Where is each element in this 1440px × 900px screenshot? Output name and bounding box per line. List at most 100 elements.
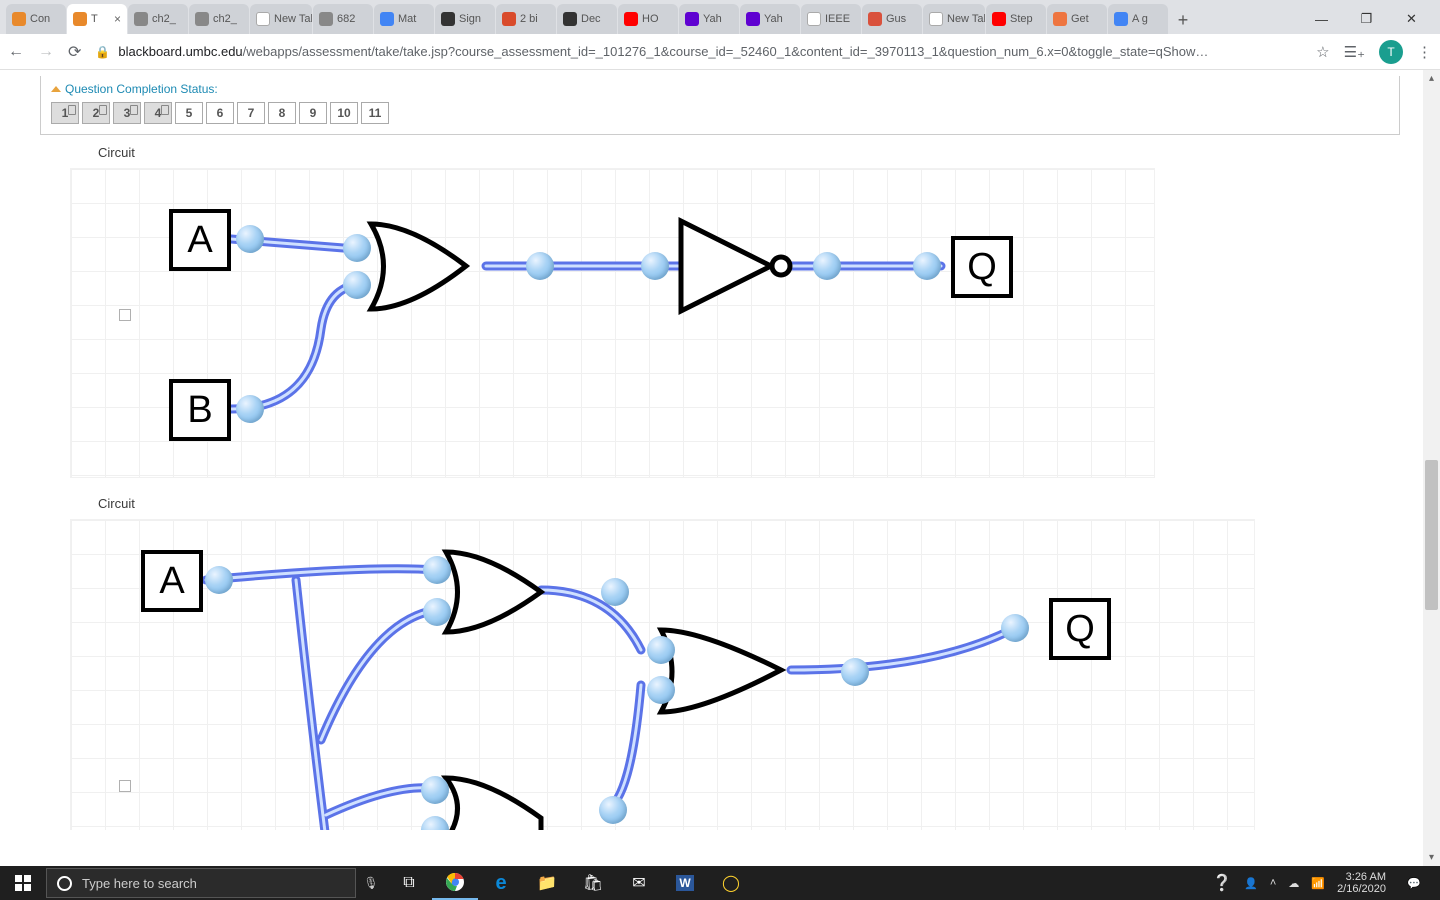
tab-label: T xyxy=(91,13,98,25)
tab-label: Yah xyxy=(703,13,722,25)
tab-label: Yah xyxy=(764,13,783,25)
circuit-diagram-1: A B Q xyxy=(70,168,1155,478)
question-number[interactable]: 6 xyxy=(206,102,234,124)
browser-tab[interactable]: Gus xyxy=(862,4,922,34)
clock-date: 2/16/2020 xyxy=(1337,883,1386,895)
task-view-icon[interactable]: ⧉ xyxy=(386,866,432,900)
edge-icon[interactable]: e xyxy=(478,866,524,900)
page-scrollbar[interactable]: ▴ ▾ xyxy=(1423,70,1440,866)
question-number[interactable]: 1 xyxy=(51,102,79,124)
taskbar-clock[interactable]: 3:26 AM 2/16/2020 xyxy=(1337,871,1386,895)
people-icon[interactable]: 👤 xyxy=(1244,877,1258,890)
clock-time: 3:26 AM xyxy=(1337,871,1386,883)
window-controls: — ❐ ✕ xyxy=(1299,4,1434,34)
close-icon[interactable]: × xyxy=(114,12,121,26)
browser-tab[interactable]: Sign xyxy=(435,4,495,34)
scroll-down-arrow[interactable]: ▾ xyxy=(1423,849,1440,866)
tray-expand-icon[interactable]: ˄ xyxy=(1270,877,1276,889)
scroll-up-arrow[interactable]: ▴ xyxy=(1423,70,1440,87)
input-a: A xyxy=(169,209,231,271)
tab-label: Con xyxy=(30,13,50,25)
browser-tab[interactable]: ch2_ xyxy=(128,4,188,34)
address-bar: ← → ⟳ 🔒 blackboard.umbc.edu/webapps/asse… xyxy=(0,34,1440,70)
input-a-2: A xyxy=(141,550,203,612)
tab-label: Get xyxy=(1071,13,1089,25)
mail-icon[interactable]: ✉ xyxy=(616,866,662,900)
wifi-icon[interactable]: 📶 xyxy=(1311,877,1325,890)
word-icon[interactable]: W xyxy=(662,866,708,900)
question-numbers: 1234567891011 xyxy=(51,102,1389,124)
question-number[interactable]: 9 xyxy=(299,102,327,124)
browser-tab[interactable]: HO xyxy=(618,4,678,34)
browser-tab[interactable]: Yah xyxy=(740,4,800,34)
window-minimize[interactable]: — xyxy=(1299,4,1344,34)
question-number[interactable]: 5 xyxy=(175,102,203,124)
question-number[interactable]: 4 xyxy=(144,102,172,124)
browser-tab[interactable]: IEEE xyxy=(801,4,861,34)
question-number[interactable]: 11 xyxy=(361,102,389,124)
window-close[interactable]: ✕ xyxy=(1389,4,1434,34)
browser-tab[interactable]: Dec xyxy=(557,4,617,34)
question-number[interactable]: 8 xyxy=(268,102,296,124)
question-number[interactable]: 7 xyxy=(237,102,265,124)
new-tab-button[interactable]: + xyxy=(1169,6,1197,34)
taskbar-apps: ⧉ e 📁 🛍 ✉ W ◯ xyxy=(386,866,754,900)
start-button[interactable] xyxy=(0,866,46,900)
system-tray: ❔ 👤 ˄ ☁ 📶 3:26 AM 2/16/2020 💬 xyxy=(1202,871,1440,895)
browser-tab[interactable]: T× xyxy=(67,4,127,34)
browser-tab[interactable]: Step xyxy=(986,4,1046,34)
url-path: /webapps/assessment/take/take.jsp?course… xyxy=(243,44,1209,59)
url-box[interactable]: 🔒 blackboard.umbc.edu/webapps/assessment… xyxy=(95,44,1302,59)
circuit-label-2: Circuit xyxy=(98,496,1400,511)
action-center-icon[interactable]: 💬 xyxy=(1398,877,1430,890)
browser-tab[interactable]: 682 xyxy=(313,4,373,34)
browser-tab[interactable]: A g xyxy=(1108,4,1168,34)
tab-label: HO xyxy=(642,13,659,25)
tab-label: Mat xyxy=(398,13,416,25)
tab-label: 682 xyxy=(337,13,355,25)
url-host: blackboard.umbc.edu xyxy=(118,44,242,59)
chrome-menu-icon[interactable]: ⋮ xyxy=(1417,43,1432,61)
file-explorer-icon[interactable]: 📁 xyxy=(524,866,570,900)
question-status-panel: Question Completion Status: 123456789101… xyxy=(40,76,1400,135)
help-icon[interactable]: ❔ xyxy=(1212,873,1232,893)
browser-tab[interactable]: Get xyxy=(1047,4,1107,34)
norton-icon[interactable]: ◯ xyxy=(708,866,754,900)
tab-label: New Tab xyxy=(274,13,312,25)
profile-avatar[interactable]: T xyxy=(1379,40,1403,64)
question-status-label: Question Completion Status: xyxy=(51,82,1389,96)
nav-forward[interactable]: → xyxy=(38,43,54,61)
browser-tab[interactable]: Mat xyxy=(374,4,434,34)
browser-tab[interactable]: Con xyxy=(6,4,66,34)
window-maximize[interactable]: ❐ xyxy=(1344,4,1389,34)
taskbar-search[interactable]: Type here to search xyxy=(46,868,356,898)
browser-tab[interactable]: Yah xyxy=(679,4,739,34)
star-icon[interactable]: ☆ xyxy=(1316,43,1329,61)
tab-label: ch2_ xyxy=(213,13,237,25)
store-icon[interactable]: 🛍 xyxy=(570,866,616,900)
scroll-thumb[interactable] xyxy=(1425,460,1438,610)
circuit-label-1: Circuit xyxy=(98,145,1400,160)
browser-tab[interactable]: 2 bi xyxy=(496,4,556,34)
output-q: Q xyxy=(951,236,1013,298)
tab-label: 2 bi xyxy=(520,13,538,25)
reading-list-icon[interactable]: ☰₊ xyxy=(1344,43,1365,61)
chrome-icon[interactable] xyxy=(432,866,478,900)
question-number[interactable]: 2 xyxy=(82,102,110,124)
nav-back[interactable]: ← xyxy=(8,43,24,61)
nav-reload[interactable]: ⟳ xyxy=(68,42,81,62)
microphone-icon[interactable]: 🎙 xyxy=(356,876,386,890)
tab-label: New Tab xyxy=(947,13,985,25)
tab-label: Gus xyxy=(886,13,906,25)
browser-tab[interactable]: New Tab xyxy=(250,4,312,34)
output-q-2: Q xyxy=(1049,598,1111,660)
onedrive-icon[interactable]: ☁ xyxy=(1288,877,1299,890)
browser-tab[interactable]: New Tab xyxy=(923,4,985,34)
tab-label: Sign xyxy=(459,13,481,25)
cortana-icon xyxy=(57,876,72,891)
question-number[interactable]: 3 xyxy=(113,102,141,124)
tab-label: Dec xyxy=(581,13,601,25)
tab-label: IEEE xyxy=(825,13,850,25)
question-number[interactable]: 10 xyxy=(330,102,358,124)
browser-tab[interactable]: ch2_ xyxy=(189,4,249,34)
